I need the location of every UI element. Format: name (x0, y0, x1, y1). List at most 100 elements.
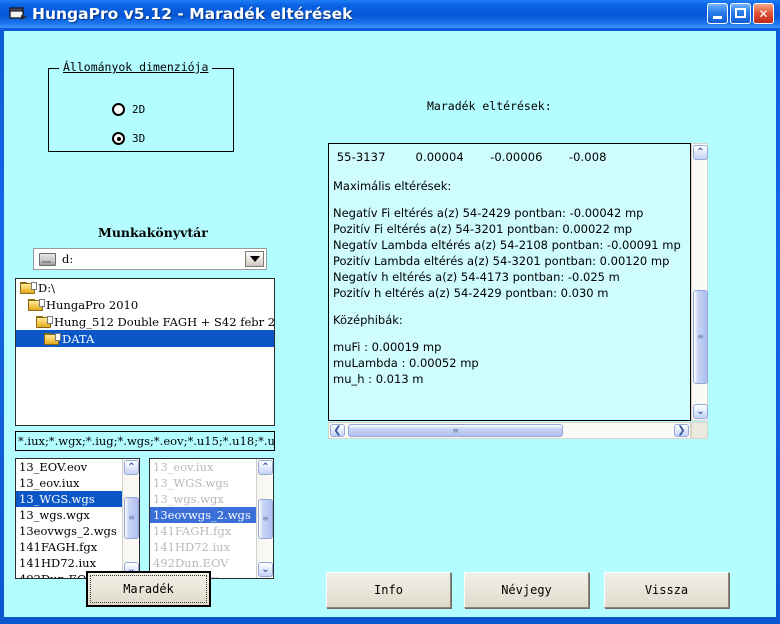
folder-icon (20, 281, 37, 294)
results-line: mu_h : 0.013 m (333, 372, 424, 386)
minimize-button[interactable] (707, 3, 728, 24)
results-textarea[interactable]: 55-3137 0.00004 -0.00006 -0.008 Maximáli… (328, 143, 691, 421)
drive-combobox-value: d: (62, 252, 74, 266)
drive-combobox[interactable]: d: (33, 248, 267, 270)
tree-item[interactable]: HungaPro 2010 (16, 296, 274, 313)
nevjegy-button[interactable]: Névjegy (464, 572, 589, 608)
results-horizontal-scrollbar[interactable]: ❮ ≡ ❯ (328, 422, 691, 439)
list-item[interactable]: 13eovwgs_2.wgs (16, 523, 122, 539)
results-line: Pozitív Fi eltérés a(z) 54-3201 pontban:… (333, 222, 633, 236)
list-item[interactable]: 141HD72.iux (150, 539, 256, 555)
chevron-down-icon: ⌄ (696, 405, 705, 417)
tree-item-label: HungaPro 2010 (46, 297, 139, 312)
application-window: HungaPro v5.12 - Maradék eltérések ✕ Áll… (0, 0, 780, 624)
results-line: Pozitív Lambda eltérés a(z) 54-3201 pont… (333, 254, 670, 268)
radio-3d-icon (112, 132, 125, 145)
window-controls: ✕ (707, 3, 774, 24)
scrollbar-corner (691, 422, 708, 439)
app-window-icon (8, 5, 28, 23)
dimension-groupbox-legend: Állományok dimenziója (59, 60, 213, 74)
tree-item-label: DATA (62, 331, 95, 346)
results-line: Középhibák: (333, 313, 403, 327)
maradek-button[interactable]: Maradék (86, 571, 211, 607)
list-item[interactable]: 13_wgs.wgx (16, 507, 122, 523)
chevron-up-icon: ⌃ (696, 146, 705, 158)
results-line: muFi : 0.00019 mp (333, 340, 442, 354)
scroll-down-button[interactable]: ⌄ (693, 404, 708, 419)
title-bar: HungaPro v5.12 - Maradék eltérések ✕ (0, 0, 780, 28)
list-item[interactable]: 13eovwgs_2.wgs (150, 507, 256, 523)
file-filter-input[interactable]: *.iux;*.wgx;*.iug;*.wgs;*.eov;*.u15;*.u1… (15, 431, 275, 451)
vissza-button[interactable]: Vissza (604, 572, 729, 608)
radio-2d-icon (112, 103, 125, 116)
results-line (333, 301, 687, 312)
list-item[interactable]: 492Dun.EOV (150, 555, 256, 571)
results-line: Negatív Fi eltérés a(z) 54-2429 pontban:… (333, 206, 644, 220)
file-filter-value: *.iux;*.wgx;*.iug;*.wgs;*.eov;*.u15;*.u1… (18, 434, 275, 448)
client-area: Állományok dimenziója 2D 3D Munkakönyvtá… (4, 31, 776, 617)
scroll-up-button[interactable]: ⌃ (124, 460, 139, 475)
results-line: Negatív Lambda eltérés a(z) 54-2108 pont… (333, 238, 681, 252)
chevron-right-icon: ❯ (677, 424, 686, 436)
tree-item-label: Hung_512 Double FAGH + S42 febr 25 (54, 314, 275, 329)
radio-option-3d[interactable]: 3D (112, 132, 145, 145)
scroll-down-button[interactable]: ⌄ (258, 562, 273, 577)
radio-3d-label: 3D (132, 132, 146, 145)
scroll-left-button[interactable]: ❮ (330, 424, 345, 437)
results-line (333, 194, 687, 205)
close-button[interactable]: ✕ (753, 3, 774, 24)
info-button[interactable]: Info (326, 572, 451, 608)
results-line: Pozitív h eltérés a(z) 54-2429 pontban: … (333, 286, 609, 300)
tree-item-label: D:\ (38, 280, 55, 295)
tree-item[interactable]: Hung_512 Double FAGH + S42 febr 25 (16, 313, 274, 330)
tree-item[interactable]: D:\ (16, 279, 274, 296)
radio-option-2d[interactable]: 2D (112, 103, 145, 116)
info-button-label: Info (374, 583, 403, 597)
list-item[interactable]: 141FAGH.fgx (16, 539, 122, 555)
chevron-left-icon: ❮ (333, 424, 342, 436)
scrollbar-thumb[interactable]: ≡ (693, 290, 708, 384)
list-item[interactable]: 13_EOV.eov (16, 459, 122, 475)
scroll-right-button[interactable]: ❯ (674, 424, 689, 437)
file-list-left-scrollbar[interactable]: ⌃ ≡ ⌄ (122, 459, 139, 578)
scrollbar-thumb[interactable]: ≡ (348, 424, 563, 437)
file-list-right-scrollbar[interactable]: ⌃ ≡ ⌄ (256, 459, 273, 578)
list-item[interactable]: 141HD72.iux (16, 555, 122, 571)
grip-icon: ≡ (128, 513, 135, 522)
scrollbar-thumb[interactable]: ≡ (258, 499, 273, 539)
folder-icon (44, 332, 61, 345)
list-item[interactable]: 13_eov.iux (150, 459, 256, 475)
grip-icon: ≡ (452, 425, 459, 435)
nevjegy-button-label: Névjegy (501, 583, 552, 597)
scroll-up-button[interactable]: ⌃ (258, 460, 273, 475)
results-vertical-scrollbar[interactable]: ⌃ ≡ ⌄ (691, 143, 708, 421)
directory-tree[interactable]: D:\ HungaPro 2010 Hung_512 Double FAGH +… (15, 278, 275, 426)
vissza-button-label: Vissza (644, 583, 689, 597)
maximize-button[interactable] (730, 3, 751, 24)
results-line (333, 167, 687, 178)
list-item[interactable]: 13_WGS.wgs (150, 475, 256, 491)
results-line (333, 328, 687, 339)
results-line: Negatív h eltérés a(z) 54-4173 pontban: … (333, 270, 620, 284)
results-line: muLambda : 0.00052 mp (333, 356, 479, 370)
results-panel-title: Maradék eltérések: (427, 99, 552, 113)
scroll-up-button[interactable]: ⌃ (693, 145, 708, 160)
tree-item[interactable]: DATA (16, 330, 274, 347)
list-item[interactable]: 13_WGS.wgs (16, 491, 122, 507)
list-item[interactable]: 13_wgs.wgx (150, 491, 256, 507)
scrollbar-thumb[interactable]: ≡ (124, 497, 139, 539)
close-icon: ✕ (758, 6, 769, 21)
chevron-down-icon[interactable] (245, 251, 264, 267)
grip-icon: ≡ (262, 514, 269, 523)
drive-icon (39, 252, 56, 266)
list-item[interactable]: 141FAGH.fgx (150, 523, 256, 539)
radio-2d-label: 2D (132, 103, 146, 116)
list-item[interactable]: 13_eov.iux (16, 475, 122, 491)
chevron-down-icon: ⌄ (261, 563, 270, 575)
results-line: Maximális eltérések: (333, 179, 452, 193)
window-title: HungaPro v5.12 - Maradék eltérések (32, 5, 353, 23)
file-list-right[interactable]: 13_eov.iux 13_WGS.wgs 13_wgs.wgx 13eovwg… (149, 458, 274, 579)
file-list-left[interactable]: 13_EOV.eov 13_eov.iux 13_WGS.wgs 13_wgs.… (15, 458, 140, 579)
grip-icon: ≡ (697, 332, 704, 341)
folder-icon (28, 298, 45, 311)
